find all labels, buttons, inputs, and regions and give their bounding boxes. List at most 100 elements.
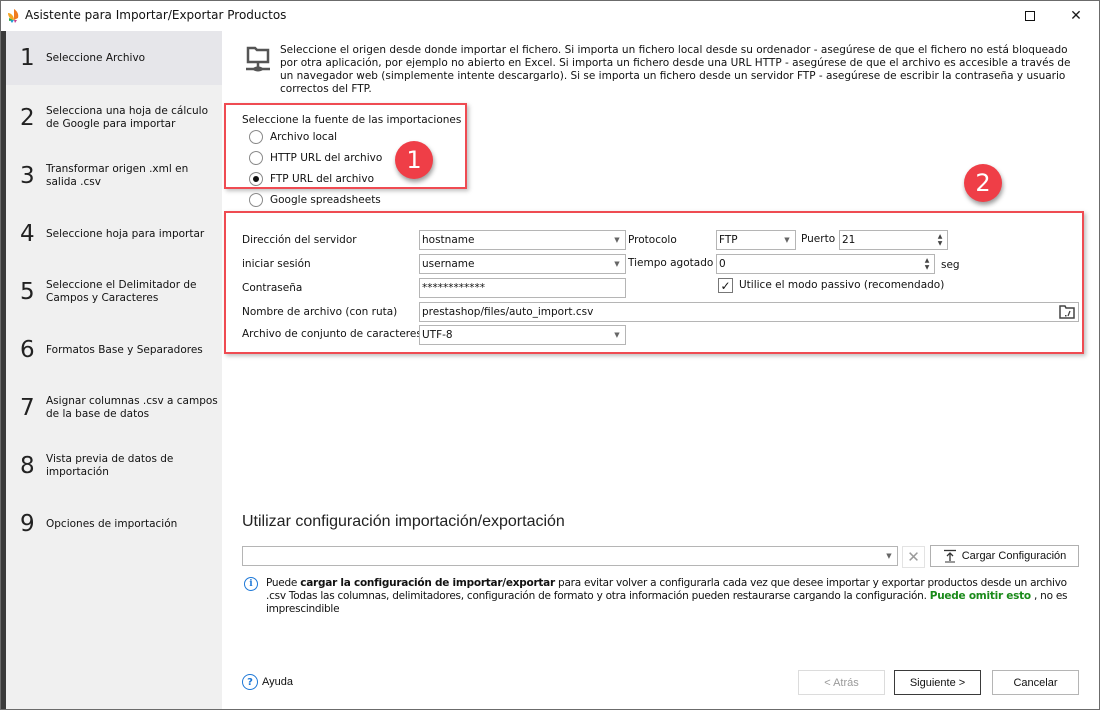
step-label: Vista previa de datos de importación bbox=[46, 453, 174, 478]
spinner-arrows-icon[interactable]: ▲ ▼ bbox=[920, 257, 934, 271]
upload-icon bbox=[943, 549, 956, 563]
step-label: Seleccione hoja para importar bbox=[46, 227, 205, 240]
password-field[interactable]: ************ bbox=[419, 278, 626, 298]
wizard-steps-sidebar: 1 Seleccione Archivo 2 Selecciona una ho… bbox=[1, 31, 222, 709]
step-number: 7 bbox=[20, 395, 35, 421]
step-label: Opciones de importación bbox=[46, 517, 178, 530]
step-label: Selecciona una hoja de cálculo de Google… bbox=[46, 105, 209, 130]
charset-label: Archivo de conjunto de caracteres bbox=[242, 328, 422, 340]
step-label: Asignar columnas .csv a campos de la bas… bbox=[46, 395, 218, 420]
timeout-spinner[interactable]: 0 ▲ ▼ bbox=[716, 254, 935, 274]
chevron-down-icon[interactable]: ▼ bbox=[779, 236, 795, 244]
info-text-part: Puede bbox=[266, 577, 301, 589]
port-label: Puerto bbox=[801, 233, 836, 245]
step-number: 3 bbox=[20, 163, 35, 189]
clear-icon: ✕ bbox=[907, 548, 920, 566]
server-combobox[interactable]: hostname ▼ bbox=[419, 230, 626, 250]
chevron-down-icon[interactable]: ▼ bbox=[609, 260, 625, 268]
step-label: Formatos Base y Separadores bbox=[46, 343, 203, 356]
close-icon: ✕ bbox=[1070, 8, 1082, 24]
timeout-label: Tiempo agotado bbox=[628, 257, 714, 269]
help-link[interactable]: ? Ayuda bbox=[242, 674, 293, 690]
step-number: 2 bbox=[20, 105, 35, 131]
radio-button[interactable] bbox=[249, 151, 263, 165]
login-value: username bbox=[422, 258, 475, 270]
radio-label: HTTP URL del archivo bbox=[270, 152, 383, 164]
login-combobox[interactable]: username ▼ bbox=[419, 254, 626, 274]
radio-button[interactable] bbox=[249, 193, 263, 207]
config-section-title: Utilizar configuración importación/expor… bbox=[242, 513, 565, 530]
filename-field[interactable]: prestashop/files/auto_import.csv bbox=[419, 302, 1079, 322]
help-icon: ? bbox=[242, 674, 258, 690]
radio-local-file[interactable]: Archivo local bbox=[249, 128, 337, 146]
charset-select[interactable]: UTF-8 ▼ bbox=[419, 325, 626, 345]
protocol-label: Protocolo bbox=[628, 234, 677, 246]
browse-folder-icon[interactable] bbox=[1058, 304, 1076, 320]
skip-this-link[interactable]: Puede omitir esto bbox=[930, 590, 1031, 602]
step-8[interactable]: 8 Vista previa de datos de importación bbox=[6, 439, 222, 493]
protocol-select[interactable]: FTP ▼ bbox=[716, 230, 796, 250]
port-spinner[interactable]: 21 ▲ ▼ bbox=[839, 230, 948, 250]
chevron-down-icon[interactable]: ▼ bbox=[609, 236, 625, 244]
window-title: Asistente para Importar/Exportar Product… bbox=[25, 8, 287, 22]
step-number: 6 bbox=[20, 337, 35, 363]
info-text-bold: cargar la configuración de importar/expo… bbox=[300, 577, 555, 589]
annotation-badge-1: 1 bbox=[395, 141, 433, 179]
step-7[interactable]: 7 Asignar columnas .csv a campos de la b… bbox=[6, 381, 222, 435]
step-5[interactable]: 5 Seleccione el Delimitador de Campos y … bbox=[6, 265, 222, 319]
source-group-label: Seleccione la fuente de las importacione… bbox=[242, 114, 462, 126]
wizard-window: Asistente para Importar/Exportar Product… bbox=[0, 0, 1100, 710]
step-number: 4 bbox=[20, 221, 35, 247]
step-number: 9 bbox=[20, 511, 35, 537]
cancel-button[interactable]: Cancelar bbox=[992, 670, 1079, 695]
load-config-label: Cargar Configuración bbox=[961, 550, 1067, 562]
app-logo-icon bbox=[8, 9, 19, 23]
chevron-down-icon[interactable]: ▼ bbox=[609, 331, 625, 339]
password-value: ************ bbox=[422, 282, 485, 294]
radio-label: FTP URL del archivo bbox=[270, 173, 374, 185]
server-label: Dirección del servidor bbox=[242, 234, 357, 246]
maximize-icon bbox=[1025, 11, 1035, 21]
checkmark-icon: ✓ bbox=[720, 278, 731, 293]
server-value: hostname bbox=[422, 234, 475, 246]
radio-button-selected[interactable] bbox=[249, 172, 263, 186]
timeout-unit: seg bbox=[941, 259, 960, 271]
step-number: 1 bbox=[20, 45, 35, 71]
next-button[interactable]: Siguiente > bbox=[894, 670, 981, 695]
radio-google-spreadsheets[interactable]: Google spreadsheets bbox=[249, 191, 381, 209]
radio-ftp-url[interactable]: FTP URL del archivo bbox=[249, 170, 374, 188]
step-3[interactable]: 3 Transformar origen .xml en salida .csv bbox=[6, 149, 222, 203]
timeout-value: 0 bbox=[719, 258, 726, 270]
back-button[interactable]: < Atrás bbox=[798, 670, 885, 695]
radio-label: Archivo local bbox=[270, 131, 338, 143]
maximize-button[interactable] bbox=[1007, 1, 1053, 31]
annotation-badge-2: 2 bbox=[964, 164, 1002, 202]
step-number: 5 bbox=[20, 279, 35, 305]
radio-label: Google spreadsheets bbox=[270, 194, 381, 206]
close-button[interactable]: ✕ bbox=[1053, 1, 1099, 31]
spinner-arrows-icon[interactable]: ▲ ▼ bbox=[933, 233, 947, 247]
step-2[interactable]: 2 Selecciona una hoja de cálculo de Goog… bbox=[6, 91, 222, 145]
step-number: 8 bbox=[20, 453, 35, 479]
step-9[interactable]: 9 Opciones de importación bbox=[6, 497, 222, 551]
passive-mode-checkbox[interactable]: ✓ bbox=[718, 278, 733, 293]
intro-description: Seleccione el origen desde donde importa… bbox=[280, 44, 1071, 95]
help-label: Ayuda bbox=[262, 676, 293, 688]
info-icon: i bbox=[244, 577, 258, 591]
radio-http-url[interactable]: HTTP URL del archivo bbox=[249, 149, 382, 167]
port-value: 21 bbox=[842, 234, 856, 246]
radio-button[interactable] bbox=[249, 130, 263, 144]
step-label: Seleccione Archivo bbox=[46, 51, 146, 64]
login-label: iniciar sesión bbox=[242, 258, 311, 270]
password-label: Contraseña bbox=[242, 282, 303, 294]
config-select[interactable]: ▼ bbox=[242, 546, 898, 566]
filename-value: prestashop/files/auto_import.csv bbox=[422, 306, 594, 318]
clear-config-button[interactable]: ✕ bbox=[902, 546, 925, 568]
step-1[interactable]: 1 Seleccione Archivo bbox=[6, 31, 222, 85]
load-config-button[interactable]: Cargar Configuración bbox=[930, 545, 1079, 567]
main-content: Seleccione el origen desde donde importa… bbox=[222, 31, 1099, 709]
step-4[interactable]: 4 Seleccione hoja para importar bbox=[6, 207, 222, 261]
network-folder-icon bbox=[246, 46, 270, 72]
chevron-down-icon[interactable]: ▼ bbox=[881, 552, 897, 560]
step-6[interactable]: 6 Formatos Base y Separadores bbox=[6, 323, 222, 377]
